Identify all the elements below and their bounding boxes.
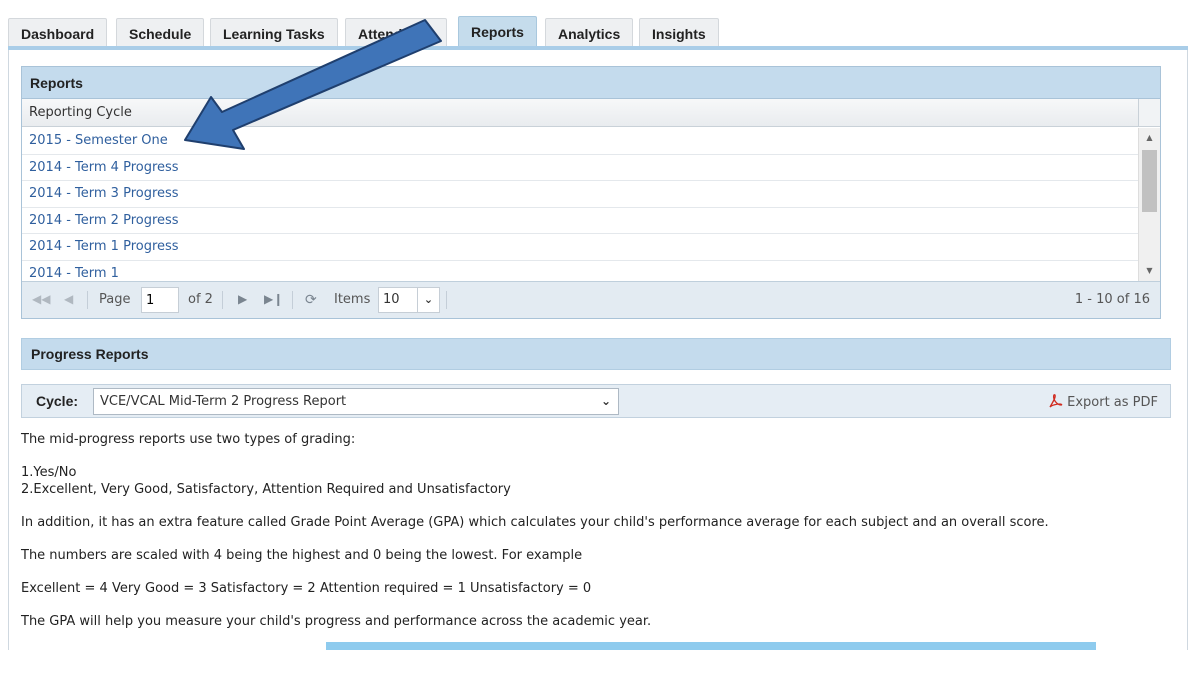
column-header-label: Reporting Cycle: [29, 105, 132, 120]
prev-page-icon[interactable]: ◀: [64, 292, 73, 306]
report-row-2014-term-1-progress[interactable]: 2014 - Term 1 Progress: [22, 234, 1139, 261]
first-page-icon[interactable]: ◀◀: [32, 292, 50, 306]
description-line: Excellent = 4 Very Good = 3 Satisfactory…: [21, 581, 592, 596]
pager-separator: [292, 291, 293, 309]
reports-grid: Reports Reporting Cycle 2015 - Semester …: [21, 66, 1161, 319]
scroll-thumb[interactable]: [1142, 150, 1157, 212]
header-corner: [1138, 99, 1160, 126]
cycle-toolbar: Cycle: VCE/VCAL Mid-Term 2 Progress Repo…: [21, 384, 1171, 418]
page-label: Page: [99, 292, 131, 307]
reports-title: Reports: [22, 67, 1160, 99]
export-pdf-button[interactable]: Export as PDF: [1047, 393, 1158, 410]
scroll-up-icon[interactable]: ▲: [1139, 130, 1160, 146]
tab-attendance[interactable]: Attendance: [345, 18, 448, 48]
page-count-label: of 2: [188, 292, 213, 307]
tab-bar: Dashboard Schedule Learning Tasks Attend…: [8, 16, 1188, 48]
items-per-page-select[interactable]: 10 ⌄: [378, 287, 440, 313]
report-rows: 2015 - Semester One 2014 - Term 4 Progre…: [22, 128, 1139, 281]
progress-reports-title: Progress Reports: [21, 338, 1171, 370]
pdf-icon: [1049, 394, 1063, 408]
cycle-select[interactable]: VCE/VCAL Mid-Term 2 Progress Report ⌄: [93, 388, 619, 415]
cycle-select-value: VCE/VCAL Mid-Term 2 Progress Report: [100, 394, 347, 409]
description-line: 1.Yes/No: [21, 465, 77, 480]
report-row-2014-term-4-progress[interactable]: 2014 - Term 4 Progress: [22, 155, 1139, 181]
tab-analytics[interactable]: Analytics: [545, 18, 634, 48]
description-line: The numbers are scaled with 4 being the …: [21, 548, 583, 563]
vertical-scrollbar[interactable]: ▲ ▼: [1138, 128, 1160, 281]
page-input[interactable]: [141, 287, 179, 313]
export-pdf-label: Export as PDF: [1067, 395, 1158, 410]
items-per-page-value: 10: [383, 292, 400, 307]
pager-separator: [446, 291, 447, 309]
pager: ◀◀ ◀ Page of 2 ▶ ▶❙ ⟳ Items 10 ⌄ 1 - 10 …: [22, 281, 1160, 318]
description-line: The GPA will help you measure your child…: [21, 614, 652, 629]
next-page-icon[interactable]: ▶: [238, 292, 247, 306]
description-line: The mid-progress reports use two types o…: [21, 432, 356, 447]
tab-dashboard[interactable]: Dashboard: [8, 18, 108, 48]
cycle-label: Cycle:: [36, 393, 79, 409]
tab-insights[interactable]: Insights: [639, 18, 719, 48]
description-line: 2.Excellent, Very Good, Satisfactory, At…: [21, 482, 511, 497]
pager-separator: [222, 291, 223, 309]
items-label: Items: [334, 292, 371, 307]
report-row-2015-semester-one[interactable]: 2015 - Semester One: [22, 128, 1139, 155]
tab-learning-tasks[interactable]: Learning Tasks: [210, 18, 338, 48]
tab-schedule[interactable]: Schedule: [116, 18, 205, 48]
report-row-2014-term-3-progress[interactable]: 2014 - Term 3 Progress: [22, 181, 1139, 208]
tab-reports[interactable]: Reports: [458, 16, 537, 48]
column-header-reporting-cycle[interactable]: Reporting Cycle: [22, 99, 1160, 127]
description-line: In addition, it has an extra feature cal…: [21, 515, 1049, 530]
pager-separator: [87, 291, 88, 309]
report-row-2014-term-2-progress[interactable]: 2014 - Term 2 Progress: [22, 208, 1139, 234]
last-page-icon[interactable]: ▶❙: [264, 292, 283, 306]
chevron-down-icon[interactable]: ⌄: [594, 389, 618, 414]
pager-range: 1 - 10 of 16: [1074, 292, 1150, 307]
bottom-banner: [326, 642, 1096, 650]
scroll-down-icon[interactable]: ▼: [1139, 263, 1160, 279]
chevron-down-icon[interactable]: ⌄: [417, 288, 439, 312]
report-row-2014-term-1[interactable]: 2014 - Term 1: [22, 261, 1139, 282]
refresh-icon[interactable]: ⟳: [305, 292, 317, 308]
